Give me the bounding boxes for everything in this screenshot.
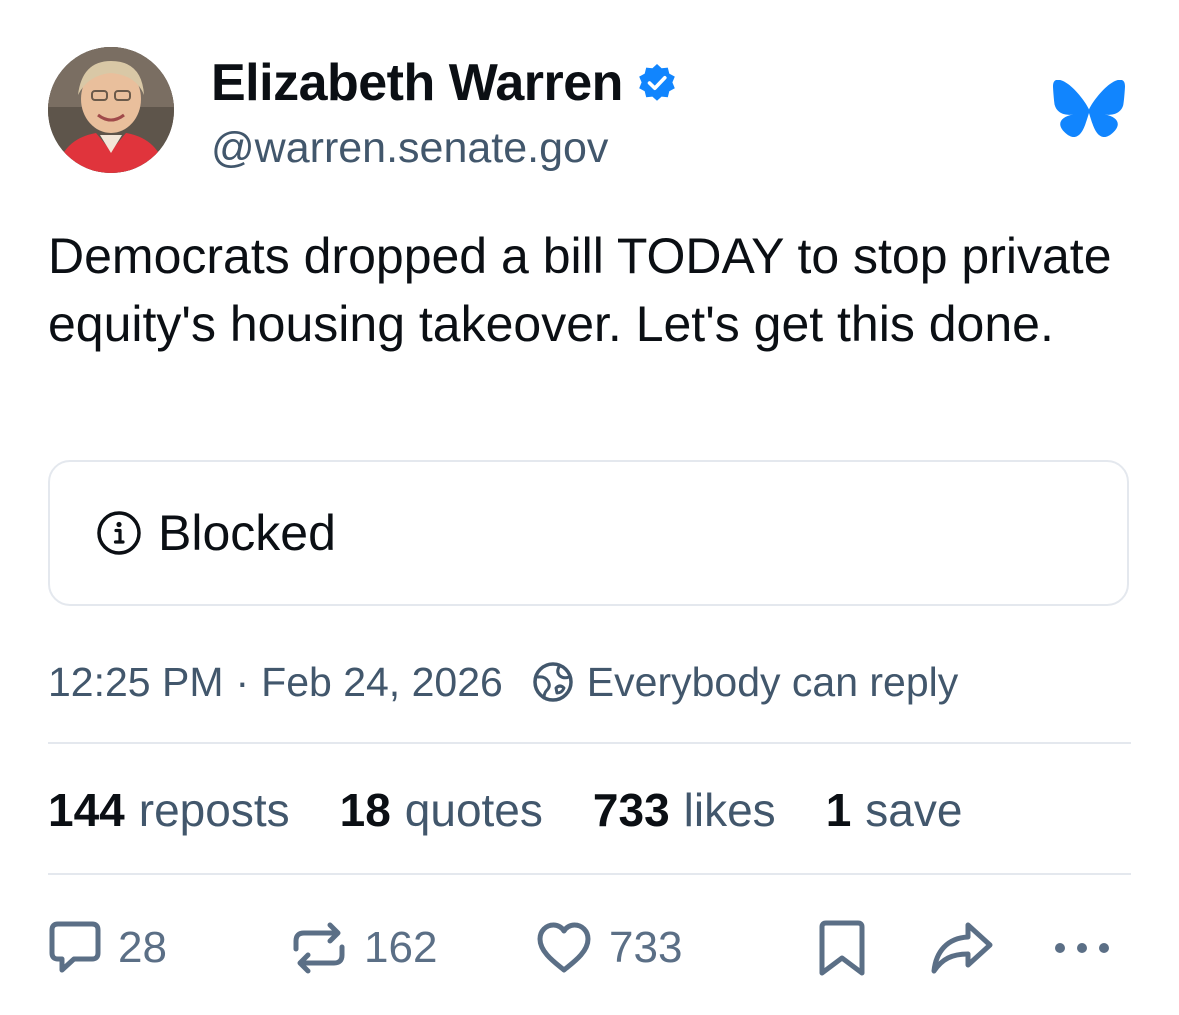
- like-count: 733: [609, 923, 683, 972]
- quotes-count: 18: [339, 784, 391, 836]
- repost-button[interactable]: 162: [290, 915, 437, 981]
- quotes-stat[interactable]: 18 quotes: [340, 782, 543, 838]
- reposts-label: reposts: [138, 784, 290, 836]
- post-text: Democrats dropped a bill TODAY to stop p…: [48, 228, 1112, 352]
- reply-setting[interactable]: Everybody can reply: [587, 656, 958, 708]
- action-bar: 28 162 733: [0, 915, 1179, 985]
- saves-count: 1: [825, 784, 852, 836]
- likes-count: 733: [592, 784, 670, 836]
- bookmark-icon: [819, 920, 865, 976]
- meta-separator: ·: [235, 659, 250, 705]
- more-options-button[interactable]: [1052, 915, 1112, 981]
- post-date: Feb 24, 2026: [261, 659, 503, 705]
- like-button[interactable]: 733: [535, 915, 682, 981]
- repost-icon: [293, 922, 345, 974]
- reposts-stat[interactable]: 144 reposts: [48, 782, 290, 838]
- likes-stat[interactable]: 733 likes: [593, 782, 776, 838]
- author-handle[interactable]: @warren.senate.gov: [211, 122, 608, 174]
- quotes-label: quotes: [404, 784, 543, 836]
- post-stats: 144 reposts 18 quotes 733 likes 1 save: [48, 782, 1012, 838]
- reposts-count: 144: [48, 784, 125, 836]
- author-name[interactable]: Elizabeth Warren: [211, 52, 677, 114]
- avatar[interactable]: [48, 47, 174, 173]
- like-icon: [537, 922, 591, 973]
- verified-badge-icon[interactable]: [637, 63, 677, 103]
- bookmark-button[interactable]: [818, 915, 866, 981]
- post-time: 12:25 PM: [48, 659, 224, 705]
- share-button[interactable]: [930, 915, 994, 981]
- reply-button[interactable]: 28: [48, 915, 167, 981]
- blocked-embed-card[interactable]: Blocked: [48, 460, 1129, 606]
- share-icon: [931, 922, 993, 974]
- bluesky-butterfly-icon[interactable]: [1052, 80, 1126, 146]
- post-thread-view: Elizabeth Warren @warren.senate.gov Demo…: [0, 0, 1179, 1015]
- globe-icon: [533, 662, 573, 702]
- reply-icon: [49, 921, 101, 973]
- blocked-label: Blocked: [158, 505, 336, 561]
- avatar-portrait-icon: [48, 47, 174, 173]
- reply-count: 28: [118, 923, 167, 972]
- saves-label: save: [865, 784, 963, 836]
- author-name-text: Elizabeth Warren: [211, 54, 623, 112]
- divider: [48, 873, 1131, 875]
- post-meta: 12:25 PM · Feb 24, 2026 Everybody can re…: [48, 656, 958, 708]
- info-icon: [97, 511, 141, 555]
- more-icon: [1055, 943, 1109, 953]
- saves-stat[interactable]: 1 save: [826, 782, 963, 838]
- repost-count: 162: [364, 923, 438, 972]
- likes-label: likes: [683, 784, 776, 836]
- divider: [48, 742, 1131, 744]
